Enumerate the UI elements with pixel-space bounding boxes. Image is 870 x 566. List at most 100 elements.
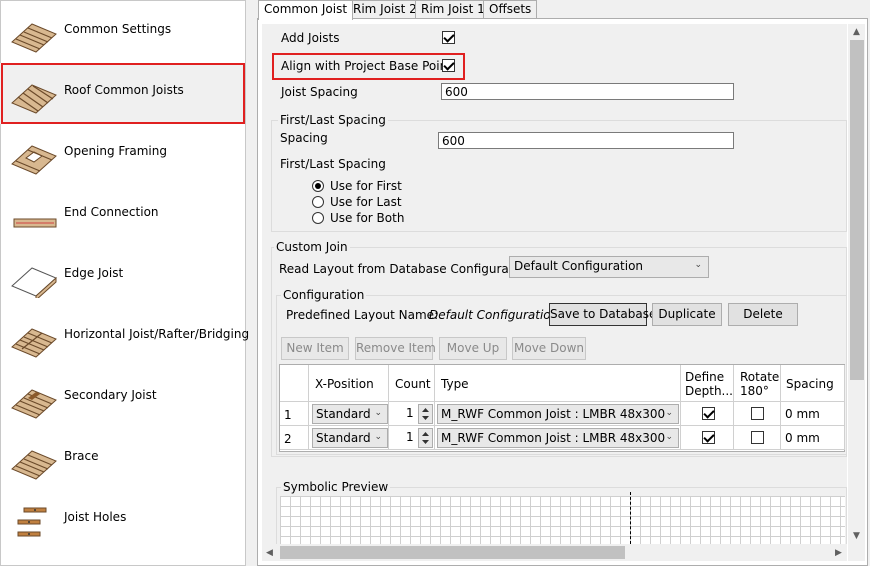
- symbolic-preview-label: Symbolic Preview: [281, 480, 391, 494]
- chevron-down-icon: ⌄: [374, 408, 382, 418]
- sidebar-item-label: Secondary Joist: [64, 388, 157, 402]
- predefined-layout-label: Predefined Layout Name:: [286, 308, 439, 322]
- rotate-checkbox[interactable]: [751, 431, 764, 444]
- move-up-button[interactable]: Move Up: [439, 337, 507, 360]
- sidebar-item-label: Opening Framing: [64, 144, 167, 158]
- type-select[interactable]: M_RWF Common Joist : LMBR 48x300 ⌄: [437, 404, 679, 424]
- sidebar-item-label: Horizontal Joist/Rafter/Bridging: [64, 327, 250, 341]
- count-value[interactable]: 1: [406, 406, 414, 420]
- save-to-database-button[interactable]: Save to Database: [549, 303, 656, 326]
- sidebar-item-brace[interactable]: Brace: [0, 429, 244, 490]
- column-header-rotate: Rotate 180°: [734, 365, 781, 402]
- end-connection-icon: [13, 218, 57, 228]
- use-for-both-label: Use for Both: [330, 211, 405, 225]
- chevron-down-icon: ⌄: [665, 432, 673, 442]
- tab-rim-joist-2[interactable]: Rim Joist 2: [347, 0, 423, 18]
- define-depth-checkbox[interactable]: [702, 407, 715, 420]
- add-joists-label: Add Joists: [281, 31, 340, 45]
- rotate-checkbox[interactable]: [751, 407, 764, 420]
- tab-offsets[interactable]: Offsets: [483, 0, 538, 18]
- sidebar-item-opening-framing[interactable]: Opening Framing: [0, 124, 244, 185]
- joist-spacing-label: Joist Spacing: [281, 85, 358, 99]
- tab-common-joist[interactable]: Common Joist: [258, 0, 354, 20]
- scroll-left-icon[interactable]: ◀: [266, 548, 273, 558]
- column-header-spacing: Spacing: [781, 365, 845, 402]
- sidebar-item-label: End Connection: [64, 205, 159, 219]
- duplicate-button[interactable]: Duplicate: [652, 303, 722, 326]
- horizontal-scrollbar-thumb[interactable]: [280, 546, 625, 559]
- remove-item-button[interactable]: Remove Item: [355, 337, 436, 360]
- use-for-first-radio[interactable]: [312, 180, 324, 192]
- add-joists-checkbox[interactable]: [442, 31, 455, 44]
- count-stepper-icon[interactable]: [418, 404, 433, 424]
- row-header-corner: [280, 365, 309, 402]
- use-for-both-radio[interactable]: [312, 212, 324, 224]
- spacing-cell[interactable]: 0 mm: [781, 402, 845, 426]
- joist-holes-icon: [17, 507, 47, 537]
- use-for-first-label: Use for First: [330, 179, 402, 193]
- scroll-down-icon[interactable]: ▼: [853, 531, 860, 541]
- new-item-button[interactable]: New Item: [281, 337, 349, 360]
- column-header-define-depth: Define Depth...: [681, 365, 734, 402]
- sidebar-item-common-settings[interactable]: Common Settings: [0, 2, 244, 63]
- column-header-count: Count: [389, 365, 435, 402]
- read-layout-select[interactable]: Default Configuration ⌄: [509, 256, 709, 278]
- sidebar-item-label: Joist Holes: [64, 510, 127, 524]
- move-down-button[interactable]: Move Down: [512, 337, 586, 360]
- sidebar-item-secondary-joist[interactable]: Secondary Joist: [0, 368, 244, 429]
- scroll-right-icon[interactable]: ▶: [835, 548, 842, 558]
- sidebar-item-joist-holes[interactable]: Joist Holes: [0, 490, 244, 551]
- delete-button[interactable]: Delete: [728, 303, 798, 326]
- sidebar-item-edge-joist[interactable]: Edge Joist: [0, 246, 244, 307]
- x-position-select[interactable]: Standard ⌄: [312, 428, 388, 448]
- brace-icon: [11, 450, 57, 480]
- align-base-point-checkbox[interactable]: [442, 59, 455, 72]
- define-depth-checkbox[interactable]: [702, 431, 715, 444]
- predefined-layout-value: Default Configuration: [429, 308, 559, 322]
- first-last-spacing-group-label: First/Last Spacing: [278, 113, 388, 127]
- sidebar-item-label: Brace: [64, 449, 99, 463]
- secondary-joist-icon: [11, 389, 57, 419]
- align-base-point-label: Align with Project Base Point: [281, 59, 452, 73]
- sidebar-item-end-connection[interactable]: End Connection: [0, 185, 244, 246]
- row-index: 1: [280, 402, 309, 426]
- opening-framing-icon: [11, 145, 57, 175]
- bridging-icon: [11, 328, 57, 358]
- type-select[interactable]: M_RWF Common Joist : LMBR 48x300 ⌄: [437, 428, 679, 448]
- chevron-down-icon: ⌄: [694, 260, 702, 270]
- read-layout-label: Read Layout from Database Configuration:: [279, 262, 536, 276]
- edge-joist-icon: [11, 267, 57, 298]
- spacing-label: Spacing: [280, 131, 328, 145]
- configuration-group-label: Configuration: [281, 288, 367, 302]
- column-header-type: Type: [435, 365, 681, 402]
- sidebar-item-label: Edge Joist: [64, 266, 124, 280]
- chevron-down-icon: ⌄: [374, 432, 382, 442]
- sidebar-item-horizontal-joist[interactable]: Horizontal Joist/Rafter/Bridging: [0, 307, 249, 368]
- column-header-x-position: X-Position: [309, 365, 389, 402]
- vertical-scrollbar-thumb[interactable]: [850, 40, 864, 380]
- symbolic-preview-canvas: [280, 496, 845, 544]
- count-value[interactable]: 1: [406, 430, 414, 444]
- count-stepper-icon[interactable]: [418, 428, 433, 448]
- custom-join-group-label: Custom Join: [274, 240, 350, 254]
- use-for-last-label: Use for Last: [330, 195, 402, 209]
- selection-highlight: [1, 63, 245, 124]
- type-value: M_RWF Common Joist : LMBR 48x300: [441, 431, 666, 445]
- use-for-last-radio[interactable]: [312, 196, 324, 208]
- chevron-down-icon: ⌄: [665, 408, 673, 418]
- x-position-select[interactable]: Standard ⌄: [312, 404, 388, 424]
- joist-spacing-input[interactable]: 600: [441, 83, 734, 100]
- x-position-value: Standard: [316, 407, 371, 421]
- type-value: M_RWF Common Joist : LMBR 48x300: [441, 407, 666, 421]
- preview-centerline: [630, 492, 631, 544]
- joist-grid-icon: [11, 23, 57, 53]
- scroll-up-icon[interactable]: ▲: [853, 27, 860, 37]
- tab-rim-joist-1[interactable]: Rim Joist 1: [415, 0, 491, 18]
- spacing-cell[interactable]: 0 mm: [781, 426, 845, 450]
- read-layout-value: Default Configuration: [514, 259, 644, 273]
- x-position-value: Standard: [316, 431, 371, 445]
- spacing-input[interactable]: 600: [438, 132, 734, 149]
- first-last-label: First/Last Spacing: [280, 157, 386, 171]
- row-index: 2: [280, 426, 309, 450]
- sidebar-item-label: Common Settings: [64, 22, 172, 36]
